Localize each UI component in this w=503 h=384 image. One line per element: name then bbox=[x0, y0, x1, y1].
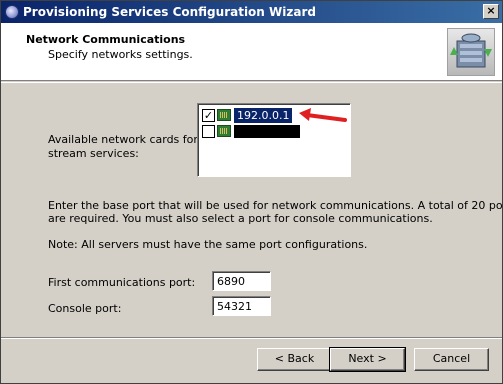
page-subtitle: Specify networks settings. bbox=[48, 48, 193, 61]
next-button[interactable]: Next > bbox=[329, 347, 406, 372]
network-card-icon bbox=[217, 109, 231, 121]
close-button[interactable]: × bbox=[483, 4, 499, 19]
network-card-icon bbox=[217, 125, 231, 137]
nic-label-line2: stream services: bbox=[48, 147, 139, 160]
nic-ip-label[interactable]: 192.0.0.1 bbox=[234, 108, 293, 123]
console-port-label: Console port: bbox=[48, 302, 122, 315]
window-title: Provisioning Services Configuration Wiza… bbox=[23, 5, 316, 19]
wizard-header: Network Communications Specify networks … bbox=[1, 23, 502, 81]
info-line1: Enter the base port that will be used fo… bbox=[48, 199, 503, 212]
page-title: Network Communications bbox=[26, 33, 186, 46]
redacted-ip-label[interactable] bbox=[234, 125, 300, 138]
nic-checkbox[interactable]: ✓ bbox=[202, 109, 215, 122]
console-port-input[interactable]: 54321 bbox=[212, 296, 271, 316]
title-bar[interactable]: Provisioning Services Configuration Wiza… bbox=[1, 1, 502, 23]
wizard-window: Provisioning Services Configuration Wiza… bbox=[0, 0, 503, 384]
red-arrow-icon bbox=[299, 108, 347, 122]
cancel-button[interactable]: Cancel bbox=[414, 348, 489, 371]
nic-checkbox[interactable] bbox=[202, 125, 215, 138]
nic-label-line1: Available network cards for bbox=[48, 133, 198, 146]
info-line2: are required. You must also select a por… bbox=[48, 212, 433, 225]
footer-divider bbox=[1, 337, 502, 339]
first-port-input[interactable]: 6890 bbox=[212, 271, 271, 291]
first-port-label: First communications port: bbox=[48, 276, 196, 289]
wizard-app-icon bbox=[5, 5, 19, 19]
back-button[interactable]: < Back bbox=[257, 348, 332, 371]
note-text: Note: All servers must have the same por… bbox=[48, 238, 368, 251]
header-divider bbox=[1, 82, 502, 83]
network-server-icon bbox=[447, 28, 495, 76]
